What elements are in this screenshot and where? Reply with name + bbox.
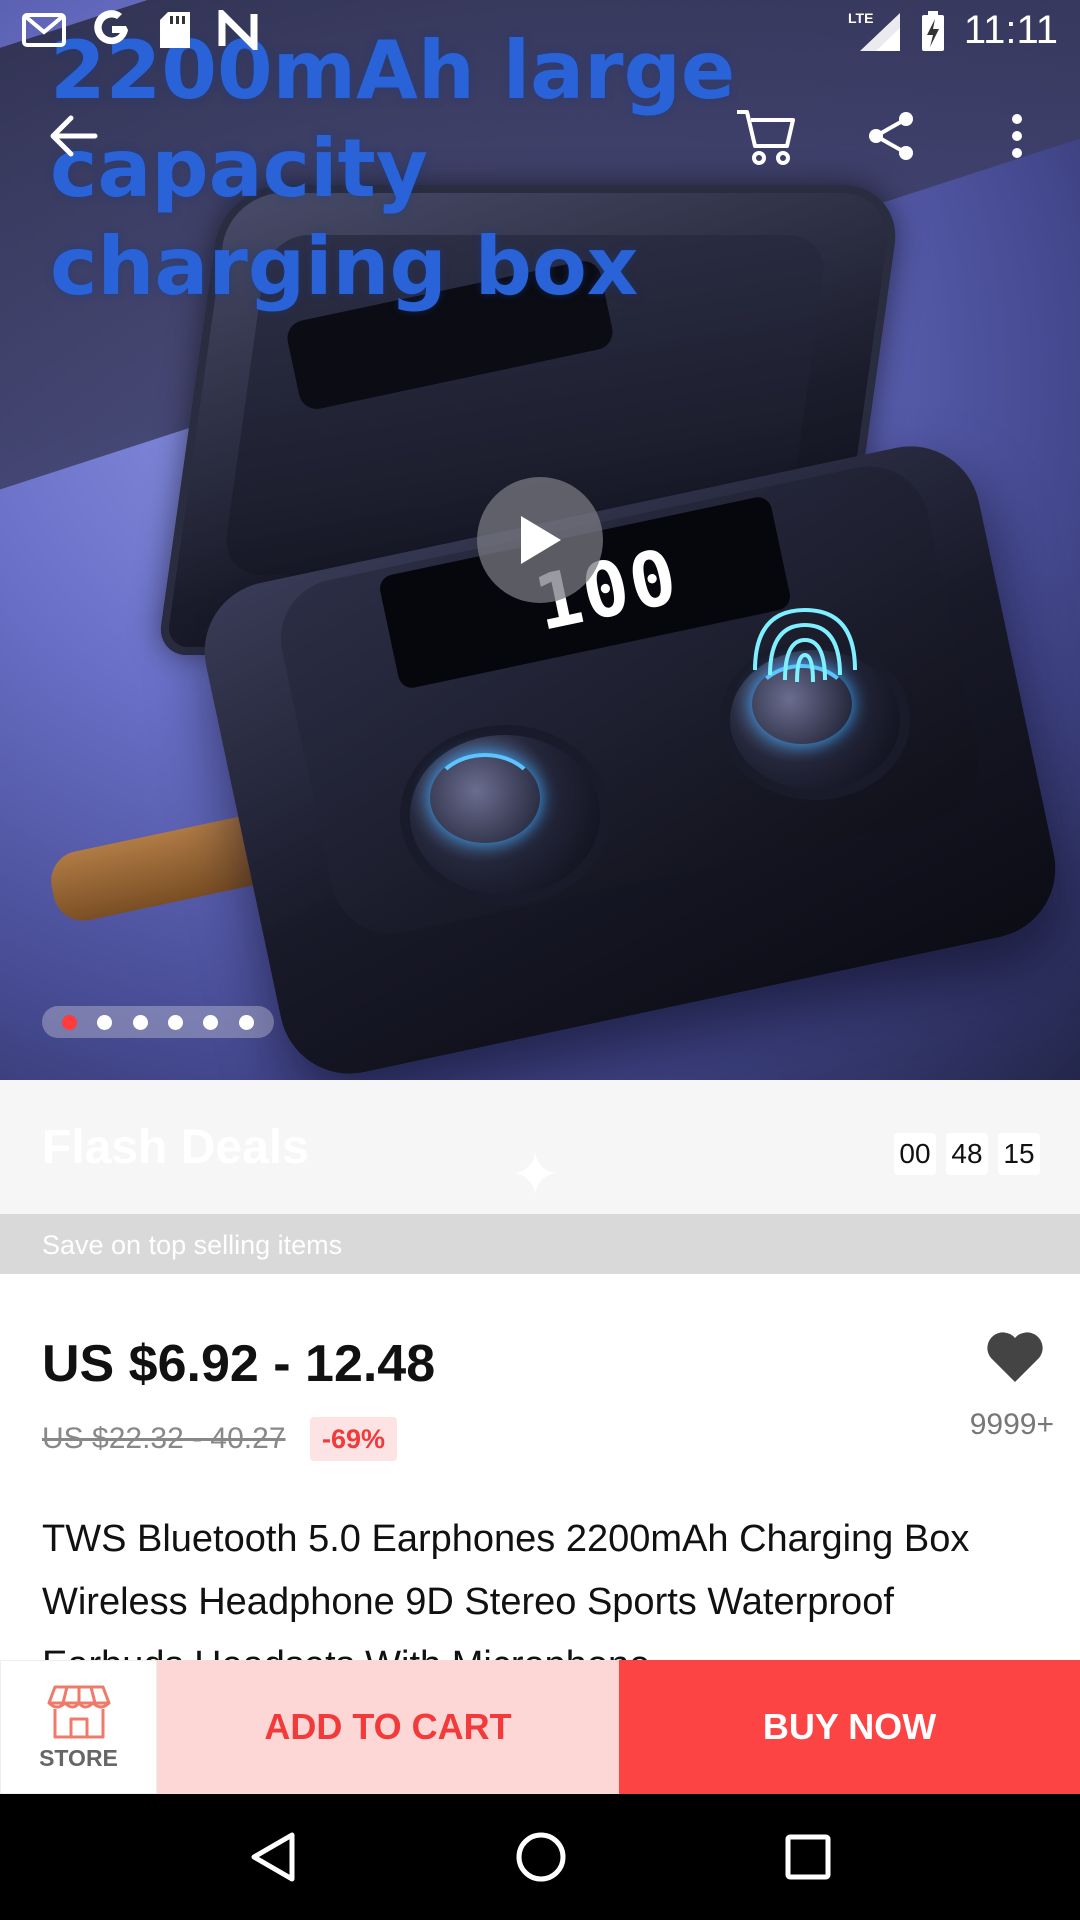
product-price: US $6.92 - 12.48 xyxy=(42,1335,436,1393)
left-earbud xyxy=(410,735,600,895)
carousel-dot[interactable] xyxy=(132,1014,148,1030)
sd-card-icon xyxy=(160,12,190,48)
n-icon xyxy=(218,10,258,50)
carousel-dot[interactable] xyxy=(62,1014,78,1030)
navigation-bar xyxy=(0,1794,1080,1920)
play-video-button[interactable] xyxy=(477,477,603,603)
product-detail-screen: 100 2200mAh large capacity charging box xyxy=(0,0,1080,1920)
arrow-back-icon xyxy=(50,115,98,157)
headline-line-2: charging box xyxy=(50,220,639,313)
cart-button[interactable] xyxy=(726,96,806,176)
back-button[interactable] xyxy=(34,96,114,176)
countdown-hours: 00 xyxy=(894,1133,936,1175)
buy-now-button[interactable]: BUY NOW xyxy=(619,1660,1080,1794)
share-button[interactable] xyxy=(851,96,931,176)
clock: 11:11 xyxy=(963,8,1058,52)
status-system: LTE 11:11 xyxy=(846,8,1058,53)
status-bar: LTE 11:11 xyxy=(0,0,1080,64)
svg-text:LTE: LTE xyxy=(848,10,873,26)
battery-charging-icon xyxy=(921,10,944,51)
store-label: STORE xyxy=(39,1744,118,1771)
nav-back-icon[interactable] xyxy=(248,1831,298,1883)
carousel-dot[interactable] xyxy=(168,1014,184,1030)
add-to-cart-button[interactable]: ADD TO CART xyxy=(157,1660,619,1794)
fingerprint-icon xyxy=(753,607,857,683)
carousel-dot[interactable] xyxy=(97,1014,113,1030)
flash-deals-subtitle: Save on top selling items xyxy=(42,1230,343,1260)
countdown-seconds: 15 xyxy=(998,1133,1040,1175)
store-button[interactable]: STORE xyxy=(0,1660,157,1794)
more-vertical-icon xyxy=(1012,114,1022,158)
carousel-dot[interactable] xyxy=(203,1014,219,1030)
flash-deals-title: Flash Deals xyxy=(42,1121,309,1174)
carousel-indicator xyxy=(42,1006,274,1038)
wishlist-button[interactable] xyxy=(985,1330,1045,1384)
heart-icon xyxy=(987,1332,1043,1382)
shopping-cart-icon xyxy=(737,110,795,165)
discount-badge: -69% xyxy=(310,1417,398,1461)
countdown-minutes: 48 xyxy=(946,1133,988,1175)
store-icon xyxy=(47,1685,110,1738)
status-notifications xyxy=(22,10,258,50)
google-icon xyxy=(94,10,128,45)
original-price: US $22.32 - 40.27 xyxy=(42,1422,286,1455)
earbud-glow xyxy=(430,753,540,843)
wishlist-count: 9999+ xyxy=(969,1408,1054,1441)
play-icon xyxy=(521,516,561,564)
countdown-timer: 00 48 15 xyxy=(894,1133,1040,1175)
nav-recents-icon[interactable] xyxy=(784,1833,832,1881)
lte-signal-icon: LTE xyxy=(848,10,900,51)
share-icon xyxy=(869,112,913,160)
nav-home-icon[interactable] xyxy=(514,1830,568,1884)
carousel-dot[interactable] xyxy=(238,1014,254,1030)
gmail-icon xyxy=(22,13,66,47)
bottom-action-bar: STORE ADD TO CART BUY NOW xyxy=(0,1660,1080,1794)
more-options-button[interactable] xyxy=(977,96,1057,176)
sparkle-icon: ✦ xyxy=(510,1141,561,1208)
